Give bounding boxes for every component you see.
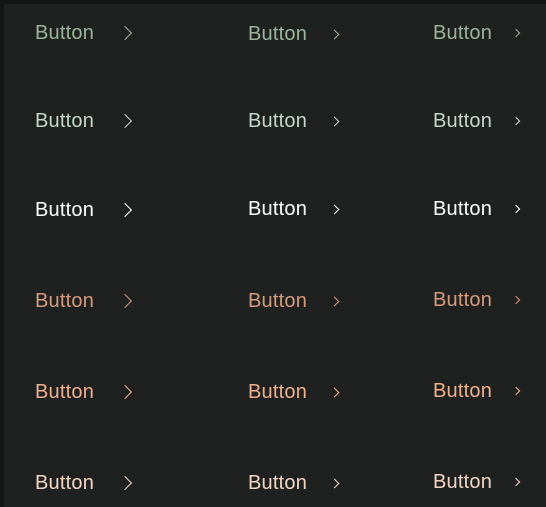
button-row2-large[interactable]: Button xyxy=(35,106,133,136)
button-row1-medium[interactable]: Button xyxy=(248,19,340,49)
button-row6-medium[interactable]: Button xyxy=(248,468,340,498)
button-row3-large[interactable]: Button xyxy=(35,195,133,225)
button-label: Button xyxy=(35,22,95,44)
chevron-right-icon xyxy=(511,477,521,487)
chevron-right-icon xyxy=(117,25,133,41)
button-row5-medium[interactable]: Button xyxy=(248,377,340,407)
button-row5-small[interactable]: Button xyxy=(433,376,521,406)
button-row4-medium[interactable]: Button xyxy=(248,286,340,316)
chevron-right-icon xyxy=(117,113,133,129)
button-row5-large[interactable]: Button xyxy=(35,377,133,407)
button-row4-large[interactable]: Button xyxy=(35,286,133,316)
button-label: Button xyxy=(248,381,308,403)
button-label: Button xyxy=(248,290,308,312)
chevron-right-icon xyxy=(511,295,521,305)
chevron-right-icon xyxy=(329,478,340,488)
button-row3-small[interactable]: Button xyxy=(433,194,521,224)
button-label: Button xyxy=(433,380,493,402)
button-row1-small[interactable]: Button xyxy=(433,18,521,48)
button-label: Button xyxy=(433,198,493,220)
button-label: Button xyxy=(35,199,95,221)
chevron-right-icon xyxy=(329,116,340,126)
button-row6-large[interactable]: Button xyxy=(35,468,133,498)
button-label: Button xyxy=(35,290,95,312)
button-label: Button xyxy=(248,110,308,132)
chevron-right-icon xyxy=(329,387,340,397)
chevron-right-icon xyxy=(511,28,521,38)
button-row6-small[interactable]: Button xyxy=(433,467,521,497)
chevron-right-icon xyxy=(117,293,133,309)
chevron-right-icon xyxy=(511,204,521,214)
chevron-right-icon xyxy=(117,475,133,491)
button-row2-small[interactable]: Button xyxy=(433,106,521,136)
chevron-right-icon xyxy=(117,202,133,218)
button-label: Button xyxy=(35,472,95,494)
chevron-right-icon xyxy=(329,204,340,214)
chevron-right-icon xyxy=(117,384,133,400)
button-label: Button xyxy=(35,381,95,403)
button-label: Button xyxy=(433,289,493,311)
button-row2-medium[interactable]: Button xyxy=(248,106,340,136)
button-label: Button xyxy=(433,22,493,44)
button-showcase-canvas xyxy=(0,0,546,507)
button-label: Button xyxy=(35,110,95,132)
chevron-right-icon xyxy=(511,116,521,126)
button-label: Button xyxy=(433,110,493,132)
chevron-right-icon xyxy=(511,386,521,396)
button-label: Button xyxy=(248,472,308,494)
button-label: Button xyxy=(248,198,308,220)
button-row3-medium[interactable]: Button xyxy=(248,194,340,224)
chevron-right-icon xyxy=(329,29,340,39)
button-row1-large[interactable]: Button xyxy=(35,18,133,48)
button-label: Button xyxy=(433,471,493,493)
chevron-right-icon xyxy=(329,296,340,306)
button-label: Button xyxy=(248,23,308,45)
button-row4-small[interactable]: Button xyxy=(433,285,521,315)
